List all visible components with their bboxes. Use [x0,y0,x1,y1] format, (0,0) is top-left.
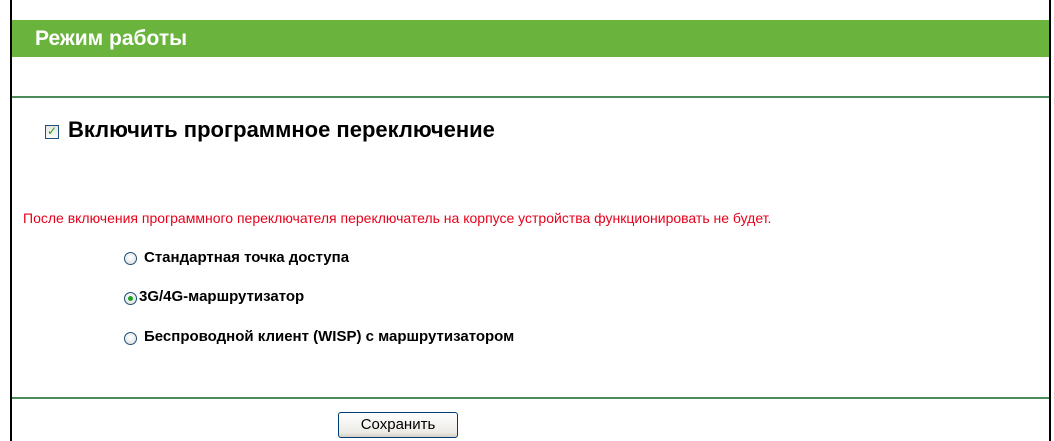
radio-selected-dot-icon [128,296,133,301]
mode-radio-3g4g-router[interactable] [124,292,137,305]
mode-label-3g4g-router: 3G/4G-маршрутизатор [139,288,305,305]
bottom-divider [12,397,1049,399]
panel-left-border [10,0,12,441]
checkmark-icon: ✓ [47,124,58,138]
software-switch-label: Включить программное переключение [68,117,495,142]
top-divider [12,96,1049,98]
settings-panel: Режим работы ✓ Включить программное пере… [0,0,1054,441]
mode-radio-wisp-client[interactable] [124,332,137,345]
software-switch-checkbox[interactable]: ✓ [45,124,59,139]
save-button[interactable]: Сохранить [338,412,458,438]
panel-right-border [1049,0,1051,441]
mode-label-access-point: Стандартная точка доступа [144,249,350,266]
warning-message: После включения программного переключате… [23,210,772,226]
page-title: Режим работы [35,27,188,50]
mode-label-wisp-client: Беспроводной клиент (WISP) с маршрутизат… [144,328,515,345]
mode-radio-access-point[interactable] [124,252,137,265]
